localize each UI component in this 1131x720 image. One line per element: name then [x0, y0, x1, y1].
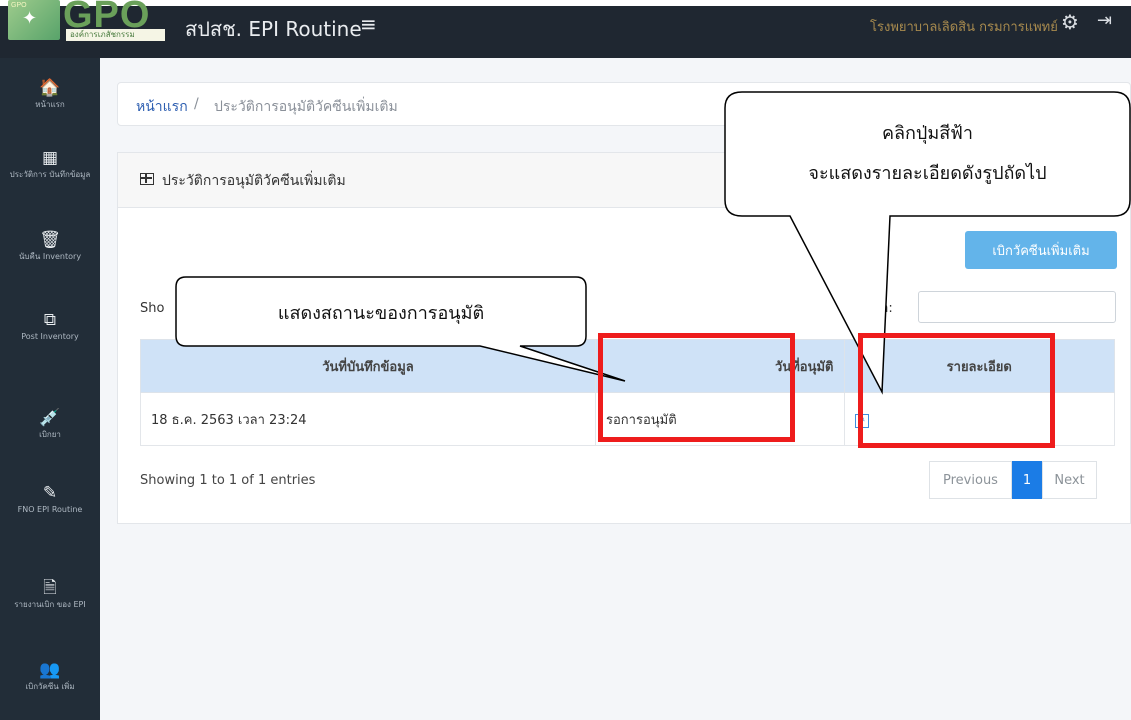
pagination: Previous 1 Next: [929, 461, 1097, 499]
logo-emblem: GPO ✦: [8, 0, 60, 40]
breadcrumb-separator: /: [194, 96, 199, 112]
sidebar-item-label: เบิกวัคซีน เพิ่ม: [25, 682, 75, 691]
copy-icon: ⧉: [43, 310, 57, 330]
sidebar-item-fno-epi[interactable]: ✎ FNO EPI Routine: [0, 483, 100, 515]
sidebar-item-withdraw[interactable]: 💉 เบิกยา: [0, 408, 100, 440]
sidebar-item-label: FNO EPI Routine: [17, 505, 83, 514]
sidebar-item-label: นับคืน Inventory: [18, 252, 82, 261]
gear-icon[interactable]: ⚙: [1061, 10, 1079, 34]
card-title: ประวัติการอนุมัติวัคซีนเพิ่มเติม: [162, 173, 346, 189]
menu-toggle-icon[interactable]: ≡: [360, 12, 377, 36]
sidebar-item-label: รายงานเบิก ของ EPI: [14, 600, 86, 609]
search-input[interactable]: [918, 291, 1116, 323]
previous-page-button[interactable]: Previous: [929, 461, 1012, 499]
hospital-name: โรงพยาบาลเลิดสิน กรมการแพทย์: [870, 20, 1058, 35]
home-icon: 🏠: [39, 78, 61, 98]
pagination-info: Showing 1 to 1 of 1 entries: [140, 473, 316, 488]
sidebar-item-report[interactable]: 🗎 รายงานเบิก ของ EPI: [0, 578, 100, 610]
calendar-icon: ▦: [41, 148, 59, 168]
next-page-button[interactable]: Next: [1042, 461, 1097, 499]
sidebar-item-post-inventory[interactable]: ⧉ Post Inventory: [0, 310, 100, 342]
sidebar-item-inventory[interactable]: 🗑 นับคืน Inventory: [0, 230, 100, 262]
sign-out-icon[interactable]: ⇥: [1097, 10, 1112, 31]
syringe-icon: 💉: [39, 408, 61, 428]
column-header-record-date[interactable]: วันที่บันทึกข้อมูล: [140, 339, 596, 393]
sidebar-item-label: เบิกยา: [39, 430, 61, 439]
approval-highlight-box: [598, 333, 795, 442]
logo-emblem-icon: ✦: [22, 8, 38, 29]
pen-icon: ✎: [42, 483, 58, 503]
search-label: ch:: [873, 301, 893, 316]
cell-record-date: 18 ธ.ค. 2563 เวลา 23:24: [140, 392, 596, 446]
page-1-button[interactable]: 1: [1012, 461, 1042, 499]
sidebar-item-history[interactable]: ▦ ประวัติการ บันทึกข้อมูล: [0, 148, 100, 180]
trash-icon: 🗑: [39, 230, 61, 250]
sidebar-item-extra-vaccine[interactable]: 👥 เบิกวัคซีน เพิ่ม: [0, 660, 100, 692]
callout-detail-text: จะแสดงรายละเอียดดังรูปถัดไป: [808, 163, 1047, 184]
detail-highlight-box: [858, 333, 1055, 448]
sidebar-item-home[interactable]: 🏠 หน้าแรก: [0, 78, 100, 110]
people-icon: 👥: [39, 660, 61, 680]
breadcrumb-home-link[interactable]: หน้าแรก: [136, 96, 188, 118]
top-navbar: GPO ✦ GPO องค์การเภสัชกรรม สปสช. EPI Rou…: [0, 0, 1131, 58]
top-strip: [0, 0, 1131, 6]
gpo-logo[interactable]: GPO ✦ GPO องค์การเภสัชกรรม: [0, 0, 165, 44]
file-icon: 🗎: [43, 578, 57, 598]
sidebar-item-label: ประวัติการ บันทึกข้อมูล: [9, 170, 91, 179]
app-title: สปสช. EPI Routine: [185, 17, 362, 41]
request-vaccine-button[interactable]: เบิกวัคซีนเพิ่มเติม: [965, 231, 1117, 269]
show-entries-label: Sho: [140, 301, 165, 316]
callout-click-text: คลิกปุ่มสีฟ้า: [881, 123, 974, 144]
breadcrumb-current: ประวัติการอนุมัติวัคซีนเพิ่มเติม: [214, 99, 398, 115]
sidebar-item-label: Post Inventory: [21, 332, 79, 341]
table-icon: [140, 173, 154, 185]
callout-status-text: แสดงสถานะของการอนุมัติ: [277, 303, 485, 324]
logo-subtitle: องค์การเภสัชกรรม: [66, 29, 165, 41]
sidebar: 🏠 หน้าแรก ▦ ประวัติการ บันทึกข้อมูล 🗑 นั…: [0, 58, 100, 720]
sidebar-item-label: หน้าแรก: [35, 100, 65, 109]
